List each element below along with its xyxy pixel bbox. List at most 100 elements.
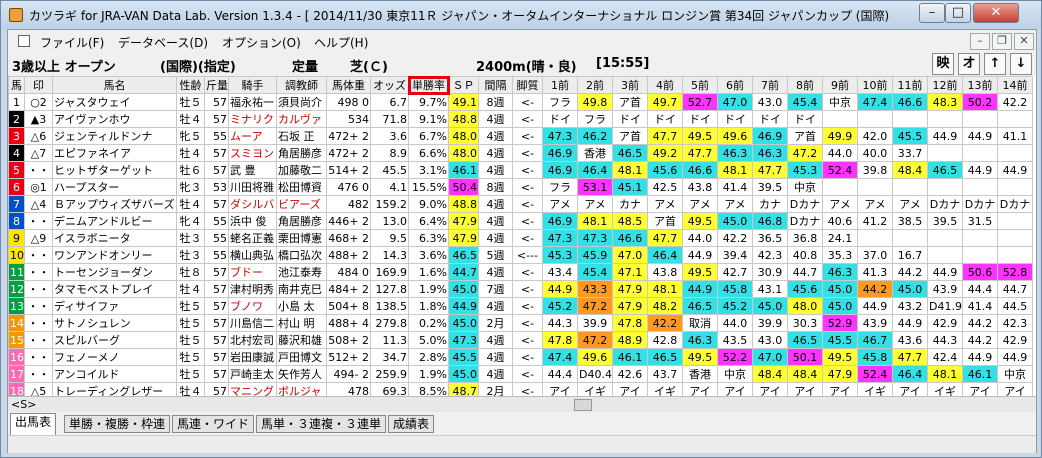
column-header[interactable]: 馬	[8, 76, 25, 94]
scroll-thumb[interactable]	[574, 399, 592, 411]
cell-weight: 482	[326, 195, 371, 213]
column-header[interactable]: 馬名	[52, 76, 177, 94]
table-row[interactable]: 11 ・・ トーセンジョーダン 牡８ 57 ブドー 池江泰寿 484 0 169.9 1.6% 44…	[8, 263, 1033, 281]
table-row[interactable]: 5 ・・ ヒットザターゲット 牡６ 57 武 豊加藤敬二 514+ 2 45.5 3.1% 46.…	[8, 161, 1033, 179]
table-row[interactable]: 16 ・・ フェノーメノ 牡５ 57 岩田康誠 戸田博文 512+ 2 34.7 2.8% 45.5…	[8, 348, 1033, 366]
cell-past-race: ア首	[787, 127, 823, 145]
menu-database[interactable]: データベース(D)	[118, 34, 208, 51]
table-row[interactable]: 15 ・・ スピルバーグ 牡５ 57 北村宏司 藤沢和雄 508+ 2 11.3 5.0% 47.3…	[8, 331, 1033, 349]
cell-past-race: アメ	[822, 195, 858, 213]
table-row[interactable]: 6 ◎1 ハープスター 牝３ 53 川田将雅 松田博資 476 0 4.1 15.5% 50.4 8週…	[8, 178, 1033, 196]
cell-weight: 488+ 4	[326, 314, 371, 332]
table-row[interactable]: 18 △5 トレーディングレザー 牡４ 57 マニング ボルジャ 478 69.3 8.5% 48.…	[8, 382, 1033, 396]
cell-past-race: 44.9	[962, 127, 998, 145]
menu-file[interactable]: ファイル(F)	[40, 34, 104, 51]
cell-kankaku: 2月	[478, 382, 513, 396]
cell-kin: 55	[204, 229, 229, 247]
column-header[interactable]: 3前	[612, 76, 648, 94]
cell-past-race: 48.0	[787, 297, 823, 315]
cell-past-race: アメ	[647, 195, 683, 213]
menu-options[interactable]: オプション(O)	[222, 34, 301, 51]
column-header[interactable]: 4前	[647, 76, 683, 94]
column-header[interactable]: 2前	[577, 76, 613, 94]
minimize-button[interactable]: –	[919, 3, 945, 23]
table-row[interactable]: 3 △6 ジェンティルドンナ 牝５ 55 ムーア 石坂 正 472+ 2 3.6 6.7% 48.0…	[8, 127, 1033, 145]
cell-kin: 55	[204, 212, 229, 230]
column-header[interactable]: 性齢	[176, 76, 205, 94]
cell-past-race: 42.2	[647, 314, 683, 332]
cell-rate: 6.3%	[408, 229, 449, 247]
cell-past-race	[927, 229, 963, 247]
tab-win-place[interactable]: 単勝・複勝・枠連	[64, 415, 171, 433]
column-header[interactable]: 6前	[717, 76, 753, 94]
cell-past-race	[892, 110, 928, 128]
table-row[interactable]: 9 △9 イスラボニータ 牡３ 55 蛯名正義 栗田博憲 468+ 2 9.5 6.3% 47.9 4…	[8, 229, 1033, 247]
column-header[interactable]: 13前	[962, 76, 998, 94]
column-header[interactable]: 10前	[857, 76, 893, 94]
cell-past-race: 48.4	[892, 161, 928, 179]
column-header[interactable]: ＳＰ	[448, 76, 479, 94]
column-header[interactable]: 調教師	[276, 76, 327, 94]
prev-race-button[interactable]: ↑	[984, 53, 1006, 75]
cell-trainer: カルヴァ	[276, 110, 327, 128]
table-row[interactable]: 7 △4 Ｂアップウィズザバーズ 牡４ 57 ダシルバ ビアーズ 482 159.2 9.0% 48…	[8, 195, 1033, 213]
column-header[interactable]: 7前	[752, 76, 788, 94]
cell-kyaku: <-	[512, 161, 543, 179]
table-row[interactable]: 8 ・・ デニムアンドルビー 牝４ 55 浜中 俊角居勝彦 446+ 2 13.0 6.4% 47…	[8, 212, 1033, 230]
cell-sp: 45.0	[448, 365, 479, 383]
cell-past-race: 47.4	[857, 93, 893, 111]
cell-mark: ・・	[24, 161, 53, 179]
column-header[interactable]: 12前	[927, 76, 963, 94]
cell-name: ディサイファ	[52, 297, 177, 315]
tab-exacta-trio[interactable]: 馬単・３連複・３連単	[256, 415, 387, 433]
close-button[interactable]: ✕	[973, 3, 1019, 23]
column-header[interactable]: 9前	[822, 76, 858, 94]
cell-past-race	[997, 246, 1033, 264]
table-row[interactable]: 14 ・・ サトノシュレン 牡５ 57 川島信二 村山 明 488+ 4 279.8 0.2% 45…	[8, 314, 1033, 332]
column-header[interactable]: オッズ	[370, 76, 409, 94]
column-header[interactable]: 1前	[542, 76, 578, 94]
maximize-button[interactable]: □	[945, 3, 971, 23]
entry-table-container[interactable]: 馬印馬名 性齢 斤量 騎手 調教師 馬体重 オッズ 単勝率 ＳＰ 間隔 脚質 1前 2前 3前 4前 5前 6前…	[8, 76, 1036, 396]
table-row[interactable]: 4 △7 エピファネイア 牡４ 57 スミヨン 角居勝彦 472+ 2 8.9 6.6% 48.0 4…	[8, 144, 1033, 162]
cell-past-race: 47.0	[717, 93, 753, 111]
column-header[interactable]: 8前	[787, 76, 823, 94]
cell-kankaku: 8週	[478, 178, 513, 196]
column-header-win-rate[interactable]: 単勝率	[407, 76, 450, 95]
table-row[interactable]: 2 ▲3 アイヴァンホウ 牡４ 57 ミナリク カルヴァ 534 71.8 9.1% 48.8 4週 <…	[8, 110, 1033, 128]
column-header[interactable]: 斤量	[204, 76, 229, 94]
cell-sp: 45.0	[448, 280, 479, 298]
cell-past-race: 中京	[822, 93, 858, 111]
tab-results[interactable]: 成績表	[388, 415, 435, 433]
cell-mark: △4	[24, 195, 53, 213]
table-row[interactable]: 10 ・・ ワンアンドオンリー 牡３ 55 横山典弘 橋口弘次 488+ 2 14.3 3.6% 4…	[8, 246, 1033, 264]
column-header[interactable]: 5前	[682, 76, 718, 94]
table-row[interactable]: 12 ・・ タマモベストプレイ 牡４ 57 津村明秀 南井克巳 484+ 2 127.8 1.9%…	[8, 280, 1033, 298]
column-header[interactable]: 印	[24, 76, 53, 94]
next-race-button[interactable]: ↓	[1010, 53, 1032, 75]
column-header[interactable]: 間隔	[478, 76, 513, 94]
video-button[interactable]: 映	[932, 53, 954, 75]
column-header[interactable]: 11前	[892, 76, 928, 94]
child-minimize-button[interactable]: –	[970, 33, 990, 50]
cell-past-race: 52.7	[682, 93, 718, 111]
column-header[interactable]: 脚質	[512, 76, 543, 94]
tab-quinella[interactable]: 馬連・ワイド	[172, 415, 255, 433]
child-restore-button[interactable]: ❐	[992, 33, 1012, 50]
menu-help[interactable]: ヘルプ(H)	[314, 34, 368, 51]
horizontal-scrollbar[interactable]: <S>	[8, 396, 1036, 412]
cell-sexage: 牡３	[176, 229, 205, 247]
tab-entries[interactable]: 出馬表	[10, 413, 57, 435]
child-close-button[interactable]: ✕	[1014, 33, 1034, 50]
cell-past-race: 46.3	[822, 263, 858, 281]
column-header[interactable]: 騎手	[228, 76, 277, 94]
column-header[interactable]: 馬体重	[326, 76, 371, 94]
table-row[interactable]: 1 ○2 ジャスタウェイ 牡５ 57 福永祐一 須貝尚介 498 0 6.7 9.7% 49.1 8週…	[8, 93, 1033, 111]
cell-weight: 476 0	[326, 178, 371, 196]
table-row[interactable]: 13 ・・ ディサイファ 牡５ 57 ブノワ 小島 太 504+ 8 138.5 1.8% 44.9…	[8, 297, 1033, 315]
cell-mark: ・・	[24, 365, 53, 383]
cell-jockey: 武 豊	[228, 161, 277, 179]
odds-button[interactable]: オ	[958, 53, 980, 75]
table-row[interactable]: 17 ・・ アンコイルド 牡５ 57 戸崎圭太 矢作芳人 494- 2 259.9 1.9% 45.…	[8, 365, 1033, 383]
column-header[interactable]: 14前	[997, 76, 1033, 94]
